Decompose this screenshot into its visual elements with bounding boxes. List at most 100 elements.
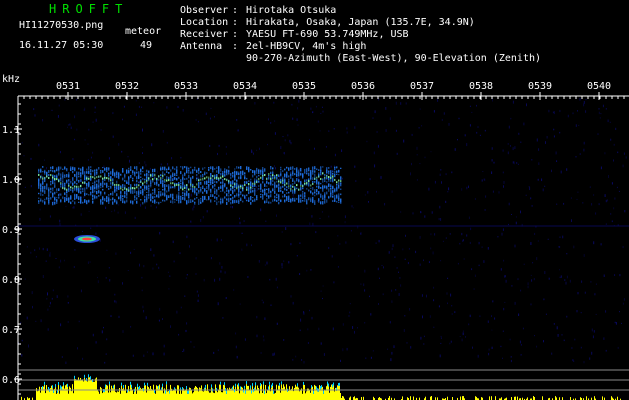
noise-speck — [534, 232, 536, 235]
noise-speck — [450, 340, 452, 343]
signal-pixel — [92, 200, 94, 204]
signal-pixel — [308, 167, 310, 170]
level-bar — [320, 389, 321, 400]
signal-hot-pixel — [298, 188, 300, 191]
signal-pixel — [320, 201, 322, 205]
noise-speck — [377, 144, 379, 148]
noise-speck — [92, 121, 94, 123]
noise-speck — [598, 108, 600, 110]
signal-hot-pixel — [98, 175, 100, 178]
signal-pixel — [326, 172, 328, 175]
signal-pixel — [80, 177, 82, 179]
noise-speck — [598, 203, 600, 206]
x-tick-label: 0531 — [56, 81, 80, 92]
signal-pixel — [178, 176, 180, 179]
signal-pixel — [132, 190, 134, 194]
signal-pixel — [108, 198, 110, 202]
signal-pixel — [78, 201, 80, 203]
signal-hot-pixel — [314, 177, 316, 180]
signal-hot-pixel — [172, 182, 174, 185]
signal-pixel — [152, 173, 154, 176]
noise-speck — [365, 357, 367, 359]
level-bar — [211, 387, 212, 400]
signal-pixel — [278, 184, 280, 187]
level-bar — [191, 390, 192, 400]
signal-pixel — [230, 175, 232, 177]
level-bar-tip — [188, 390, 189, 394]
signal-pixel — [246, 180, 248, 184]
level-bar — [42, 389, 43, 400]
noise-speck — [577, 110, 578, 112]
level-bar-tip — [131, 384, 132, 388]
level-bar — [293, 391, 294, 400]
noise-speck — [530, 274, 532, 276]
level-bar-tip — [121, 382, 122, 386]
noise-speck — [180, 157, 182, 159]
noise-speck — [469, 124, 471, 127]
signal-pixel — [262, 176, 264, 179]
noise-speck — [275, 167, 276, 170]
signal-pixel — [112, 170, 114, 174]
signal-pixel — [48, 197, 50, 199]
signal-pixel — [124, 196, 126, 198]
noise-speck — [502, 171, 504, 174]
signal-pixel — [100, 184, 102, 187]
level-bar — [152, 390, 153, 400]
noise-speck — [328, 215, 330, 218]
signal-pixel — [264, 193, 266, 196]
noise-speck — [457, 139, 458, 141]
noise-speck — [275, 277, 277, 281]
signal-pixel — [186, 190, 188, 194]
noise-speck — [485, 195, 487, 198]
noise-speck — [259, 147, 260, 150]
noise-speck — [416, 154, 418, 156]
level-bar — [53, 392, 54, 400]
level-bar — [460, 396, 461, 400]
noise-speck — [514, 146, 516, 149]
level-bar — [338, 386, 339, 400]
noise-speck — [124, 211, 126, 214]
signal-pixel — [264, 190, 266, 192]
noise-speck — [283, 339, 285, 341]
signal-pixel — [74, 193, 76, 196]
signal-pixel — [86, 201, 88, 205]
signal-pixel — [192, 169, 194, 171]
noise-speck — [35, 320, 37, 322]
noise-speck — [290, 171, 292, 173]
noise-speck — [95, 232, 97, 235]
noise-speck — [344, 221, 346, 224]
x-tick-label: 0536 — [351, 81, 375, 92]
signal-pixel — [328, 183, 330, 187]
signal-pixel — [140, 172, 142, 175]
level-bar — [243, 392, 244, 400]
signal-pixel — [248, 192, 250, 194]
signal-pixel — [46, 186, 48, 188]
noise-speck — [135, 113, 137, 116]
level-bar — [225, 391, 226, 400]
signal-hot-pixel — [140, 181, 142, 183]
signal-pixel — [332, 193, 334, 195]
signal-pixel — [252, 190, 254, 193]
noise-speck — [355, 180, 357, 182]
noise-speck — [351, 205, 353, 208]
signal-pixel — [100, 199, 102, 203]
level-bar — [286, 384, 287, 400]
signal-pixel — [176, 199, 178, 201]
noise-speck — [369, 295, 370, 298]
noise-speck — [184, 295, 186, 297]
noise-speck — [510, 117, 512, 120]
noise-speck — [474, 198, 476, 200]
noise-speck — [32, 305, 33, 309]
noise-speck — [523, 263, 525, 265]
level-bar — [108, 392, 109, 400]
signal-pixel — [330, 192, 332, 195]
signal-pixel — [184, 192, 186, 194]
noise-speck — [256, 149, 258, 151]
noise-speck — [311, 316, 313, 320]
level-bar-tip — [61, 386, 62, 390]
signal-pixel — [262, 169, 264, 172]
level-bar — [184, 390, 185, 400]
signal-pixel — [182, 178, 184, 182]
level-bar-tip — [211, 384, 212, 388]
signal-pixel — [130, 192, 132, 194]
